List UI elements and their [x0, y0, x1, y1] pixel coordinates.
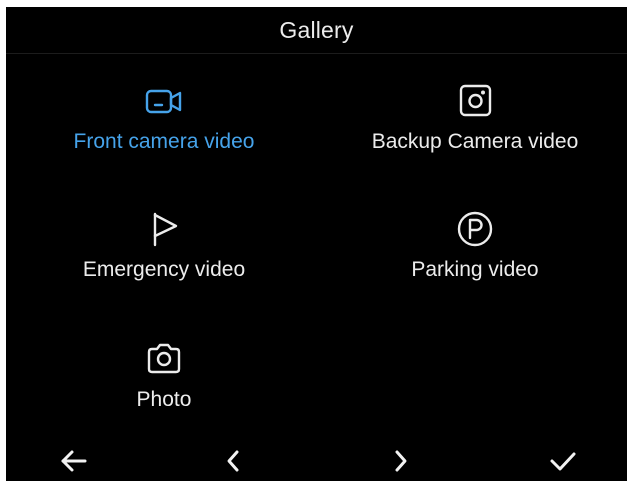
- menu-item-label: Backup Camera video: [371, 130, 579, 153]
- menu-item-parking-video[interactable]: Parking video: [325, 207, 625, 282]
- arrow-left-icon: [59, 446, 89, 481]
- page-title: Gallery: [279, 16, 354, 43]
- menu-item-label: Parking video: [411, 258, 539, 281]
- check-icon: [548, 446, 578, 481]
- menu-item-emergency-video[interactable]: Emergency video: [14, 207, 314, 282]
- menu-item-backup-camera-video[interactable]: Backup Camera video: [325, 79, 625, 154]
- menu-item-label: Photo: [136, 388, 192, 411]
- back-button[interactable]: [52, 445, 96, 481]
- footer-navigation: [6, 445, 627, 481]
- menu-item-front-camera-video[interactable]: Front camera video: [14, 79, 314, 154]
- rear-camera-icon: [451, 79, 499, 123]
- video-camera-icon: [140, 79, 188, 123]
- menu-item-label: Emergency video: [82, 258, 246, 281]
- confirm-button[interactable]: [541, 445, 585, 481]
- header-bar: Gallery: [6, 7, 627, 54]
- menu-item-label: Front camera video: [73, 130, 255, 153]
- parking-icon: [451, 207, 499, 251]
- gallery-screen: Gallery Front camera video Backup Camera…: [6, 7, 627, 481]
- next-button[interactable]: [378, 445, 422, 481]
- flag-icon: [140, 207, 188, 251]
- chevron-right-icon: [385, 446, 415, 481]
- chevron-left-icon: [219, 446, 249, 481]
- camera-icon: [140, 337, 188, 381]
- menu-item-photo[interactable]: Photo: [14, 337, 314, 412]
- previous-button[interactable]: [212, 445, 256, 481]
